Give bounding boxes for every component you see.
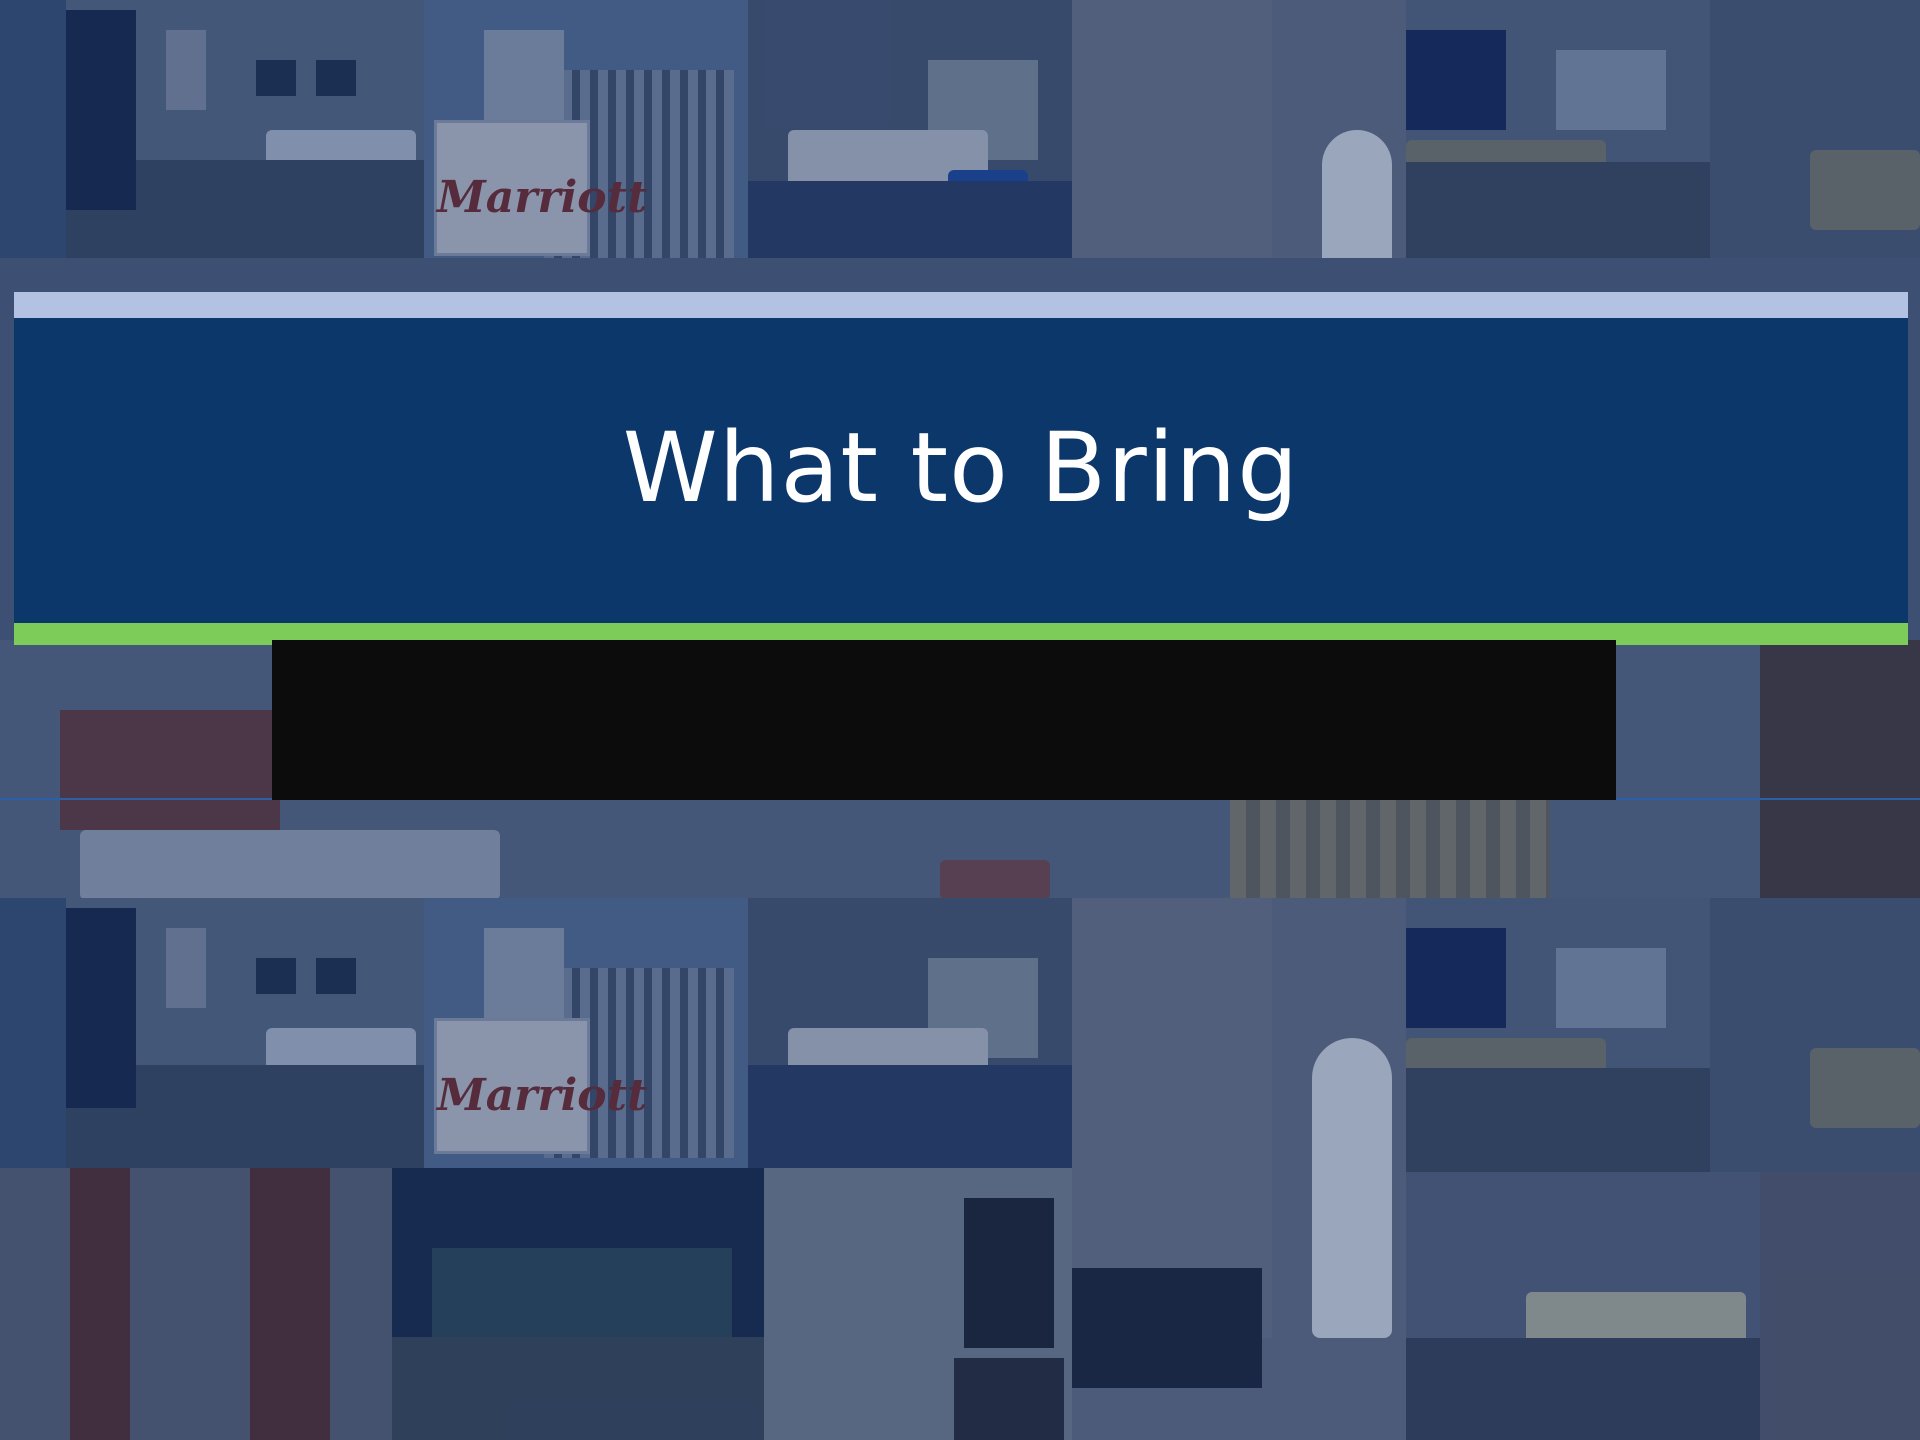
redaction-box	[272, 640, 1616, 800]
title-bar: What to Bring	[14, 318, 1908, 623]
slide-title: What to Bring	[622, 411, 1300, 524]
top-stripe	[14, 292, 1908, 318]
title-band: What to Bring	[14, 292, 1908, 645]
